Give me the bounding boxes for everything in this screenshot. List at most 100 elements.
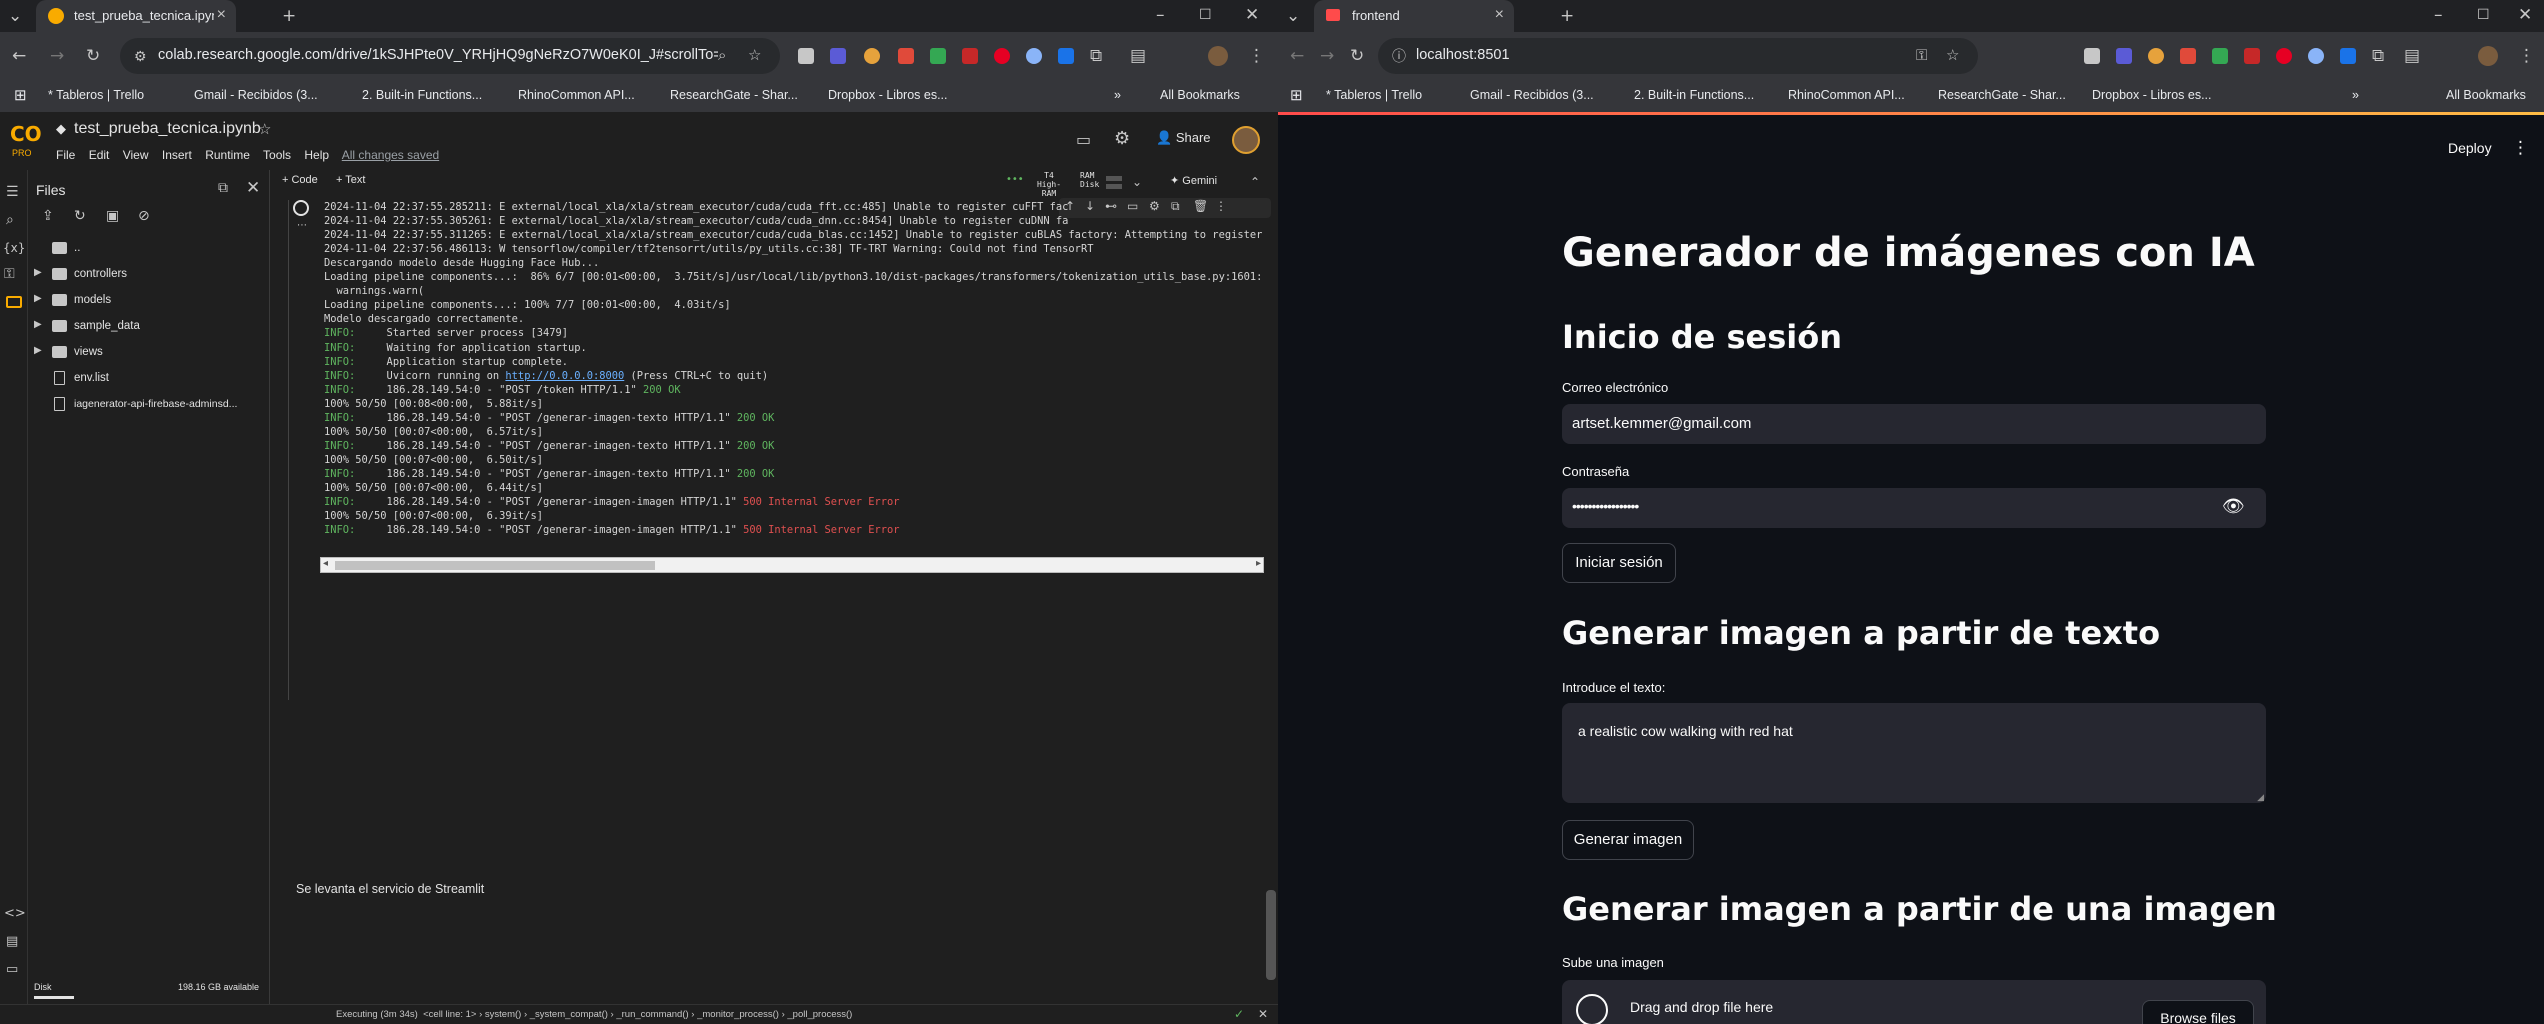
deploy-button[interactable]: Deploy [2448,140,2492,156]
extension-icon[interactable] [798,48,814,64]
output-actions-icon[interactable]: ⋯ [297,220,307,231]
colab-logo[interactable]: CO [10,122,42,146]
open-tab-icon[interactable]: ⧉ [218,178,228,198]
expand-icon[interactable]: ▶ [34,267,42,278]
cell-running-icon[interactable] [293,200,309,216]
bookmark-python[interactable]: 2. Built-in Functions... [362,88,482,102]
red-extension-icon[interactable] [2180,48,2196,64]
main-menu-icon[interactable]: ⋮ [2512,138,2529,158]
tab-search-icon[interactable]: ⌄ [8,6,22,26]
saved-status[interactable]: All changes saved [342,148,439,162]
gemini-button[interactable]: ✦ Gemini [1170,174,1217,187]
files-folder-icon[interactable] [6,296,22,308]
password-key-icon[interactable]: ⚿ [1916,46,1927,66]
reload-icon[interactable]: ↻ [86,46,100,66]
bookmark-researchgate[interactable]: ResearchGate - Shar... [1938,88,2066,102]
blue-extension-icon[interactable] [1058,48,1074,64]
bookmark-researchgate[interactable]: ResearchGate - Shar... [670,88,798,102]
ia-extension-icon[interactable] [2116,48,2132,64]
bookmarks-overflow-icon[interactable]: » [1114,88,1121,102]
forward-icon[interactable]: → [1320,46,1334,66]
site-info-icon[interactable]: ⚙ [134,46,147,66]
apps-grid-icon[interactable]: ⊞ [14,86,27,106]
bookmark-gmail[interactable]: Gmail - Recibidos (3... [1470,88,1594,102]
runtime-type[interactable]: T4 High-RAM [1032,171,1066,198]
browser-menu-icon[interactable]: ⋮ [1248,46,1265,66]
new-folder-icon[interactable]: ▣ [106,206,119,226]
password-input[interactable]: ••••••••••••••••• 👁 [1562,488,2266,528]
avatar-extension-icon[interactable] [2148,48,2164,64]
close-panel-icon[interactable]: ✕ [246,178,260,198]
bookmark-python[interactable]: 2. Built-in Functions... [1634,88,1754,102]
drive-extension-icon[interactable] [2212,48,2228,64]
collapse-header-icon[interactable]: ⌃ [1250,172,1260,192]
share-button[interactable]: 👤 Share [1156,130,1211,146]
tab-colab[interactable]: test_prueba_tecnica.ipynb - Col × [36,0,236,32]
red-extension-icon[interactable] [898,48,914,64]
sidepanel-icon[interactable]: ▤ [1130,46,1146,66]
bookmark-trello[interactable]: * Tableros | Trello [1326,88,1422,102]
code-snippets-icon[interactable]: <> [4,904,26,924]
bookmarks-overflow-icon[interactable]: » [2352,88,2359,102]
comments-icon[interactable]: ▭ [1076,130,1091,149]
site-info-icon[interactable]: ⓘ [1392,46,1406,66]
scroll-thumb[interactable] [335,561,655,570]
profile-avatar-icon[interactable] [1208,46,1228,66]
all-bookmarks[interactable]: All Bookmarks [2446,88,2526,102]
variables-icon[interactable]: {x} [3,238,25,258]
drive-extension-icon[interactable] [930,48,946,64]
back-icon[interactable]: ← [1290,46,1304,66]
pinterest-icon[interactable] [994,48,1010,64]
mount-drive-icon[interactable]: ⊘ [138,206,150,226]
new-tab-icon[interactable]: + [282,6,296,26]
menu-runtime[interactable]: Runtime [205,148,250,162]
server-link[interactable]: http://0.0.0.0:8000 [505,370,624,382]
command-palette-icon[interactable]: ▤ [6,932,18,952]
bookmark-dropbox[interactable]: Dropbox - Libros es... [2092,88,2212,102]
address-bar[interactable]: ⚙ colab.research.google.com/drive/1kSJHP… [120,38,780,74]
menu-edit[interactable]: Edit [89,148,110,162]
menu-tools[interactable]: Tools [263,148,291,162]
profile-avatar-icon[interactable] [2478,46,2498,66]
resize-handle-icon[interactable]: ◢ [2257,792,2264,803]
address-bar[interactable]: ⓘ localhost:8501 ⚿ ☆ [1378,38,1978,74]
menu-help[interactable]: Help [304,148,329,162]
menu-insert[interactable]: Insert [162,148,192,162]
bookmark-rhino[interactable]: RhinoCommon API... [518,88,635,102]
new-tab-icon[interactable]: + [1560,6,1574,26]
m-extension-icon[interactable] [2244,48,2260,64]
m-extension-icon[interactable] [962,48,978,64]
expand-icon[interactable]: ▶ [34,293,42,304]
settings-gear-icon[interactable]: ⚙ [1114,128,1130,149]
browser-menu-icon[interactable]: ⋮ [2518,46,2535,66]
output-horizontal-scrollbar[interactable]: ◂ ▸ [320,557,1264,573]
globe-extension-icon[interactable] [2308,48,2324,64]
resources-dropdown-icon[interactable]: ⌄ [1132,172,1142,192]
minimize-icon[interactable]: – [1156,5,1165,25]
secrets-key-icon[interactable]: ⚿ [4,264,15,284]
add-code-button[interactable]: + Code [282,174,318,186]
toc-icon[interactable]: ☰ [6,182,19,202]
maximize-icon[interactable]: ☐ [1199,5,1212,25]
star-icon[interactable]: ☆ [258,120,271,138]
expand-icon[interactable]: ▶ [34,319,42,330]
upload-file-icon[interactable]: ⇪ [42,206,54,226]
email-input[interactable]: artset.kemmer@gmail.com [1562,404,2266,444]
generate-image-button[interactable]: Generar imagen [1562,820,1694,860]
login-button[interactable]: Iniciar sesión [1562,543,1676,583]
close-tab-icon[interactable]: × [1495,6,1504,24]
notebook-title[interactable]: test_prueba_tecnica.ipynb [74,120,261,138]
zoom-search-icon[interactable]: ⌕ [718,46,726,66]
all-bookmarks[interactable]: All Bookmarks [1160,88,1240,102]
scroll-left-icon[interactable]: ◂ [323,558,328,569]
file-dropzone[interactable]: Drag and drop file here Browse files [1562,980,2266,1024]
bookmark-trello[interactable]: * Tableros | Trello [48,88,144,102]
menu-view[interactable]: View [123,148,149,162]
close-tab-icon[interactable]: × [217,6,226,24]
extensions-puzzle-icon[interactable]: ⧉ [1090,46,1102,66]
account-avatar[interactable] [1232,126,1260,154]
bookmark-rhino[interactable]: RhinoCommon API... [1788,88,1905,102]
refresh-icon[interactable]: ↻ [74,206,86,226]
browse-files-button[interactable]: Browse files [2142,1000,2254,1024]
minimize-icon[interactable]: – [2434,5,2443,25]
